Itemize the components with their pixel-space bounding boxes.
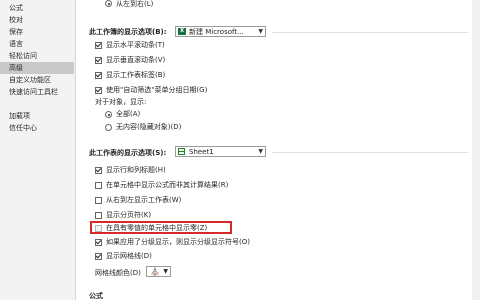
sheet-icon [178,148,185,155]
show-sheet-tabs-checkbox[interactable] [95,72,102,79]
scrollbar[interactable] [472,0,480,300]
show-formulas-checkbox[interactable] [95,182,102,189]
chevron-down-icon: ▼ [258,148,263,155]
gridline-color-label: 网格线颜色(D) [95,269,141,277]
nav-item-customize-ribbon[interactable]: 自定义功能区 [0,74,74,86]
show-zero-values-checkbox[interactable] [95,225,102,232]
show-horizontal-scrollbar-checkbox[interactable] [95,42,102,49]
show-sheet-tabs-label: 显示工作表标签(B) [106,71,166,79]
show-page-breaks-label: 显示分页符(K) [106,211,152,219]
show-gridlines-label: 显示网格线(D) [106,252,152,260]
show-gridlines-checkbox[interactable] [95,253,102,260]
nav-item-advanced[interactable]: 高级 [0,62,74,74]
objects-all-label: 全部(A) [116,110,141,118]
objects-display-label: 对于对象，显示: [95,98,147,106]
show-formulas-label: 在单元格中显示公式而非其计算结果(R) [106,181,229,189]
nav-item-accessibility[interactable]: 轻松访问 [0,50,74,62]
show-vertical-scrollbar-checkbox[interactable] [95,57,102,64]
show-row-column-headers-checkbox[interactable] [95,167,102,174]
nav-item-trust-center[interactable]: 信任中心 [0,122,74,134]
nav-item-save[interactable]: 保存 [0,26,74,38]
workbook-section-title: 此工作簿的显示选项(B): [89,28,167,36]
sheet-combo[interactable]: Sheet1 ▼ [175,146,266,157]
show-vertical-scrollbar-label: 显示垂直滚动条(V) [106,56,166,64]
ltr-radio[interactable] [105,0,112,7]
objects-all-radio[interactable] [105,111,112,118]
right-to-left-sheet-label: 从右到左显示工作表(W) [106,196,182,204]
group-dates-autofilter-checkbox[interactable] [95,87,102,94]
section-divider [272,32,468,33]
show-horizontal-scrollbar-label: 显示水平滚动条(T) [106,41,165,49]
paint-bucket-icon: ⛪ [150,267,160,276]
workbook-combo[interactable]: X 新建 Microsoft... ▼ [175,26,266,37]
show-row-column-headers-label: 显示行和列标题(H) [106,166,166,174]
excel-icon: X [178,28,186,35]
sheet-combo-value: Sheet1 [189,148,214,156]
workbook-combo-value: 新建 Microsoft... [189,28,244,36]
gridline-color-button[interactable]: ⛪ ▼ [146,266,171,277]
nav-item-quick-access-toolbar[interactable]: 快速访问工具栏 [0,86,74,98]
group-dates-autofilter-label: 使用"自动筛选"菜单分组日期(G) [106,86,208,94]
nav-item-formulas[interactable]: 公式 [0,2,74,14]
chevron-down-icon: ▼ [258,28,263,35]
show-outline-symbols-label: 如果应用了分级显示，则显示分级显示符号(O) [106,238,250,246]
show-zero-values-label: 在具有零值的单元格中显示零(Z) [106,224,208,232]
show-page-breaks-checkbox[interactable] [95,212,102,219]
section-divider [272,152,468,153]
ltr-radio-label: 从左到右(L) [116,0,154,8]
show-outline-symbols-checkbox[interactable] [95,239,102,246]
nav-item-proofing[interactable]: 校对 [0,14,74,26]
nav-item-add-ins[interactable]: 加载项 [0,110,74,122]
sheet-section-title: 此工作表的显示选项(S): [89,149,167,157]
nav-item-language[interactable]: 语言 [0,38,74,50]
chevron-down-icon: ▼ [163,268,168,275]
options-nav-pane: 公式 校对 保存 语言 轻松访问 高级 自定义功能区 快速访问工具栏 加载项 信… [0,0,76,300]
objects-none-radio[interactable] [105,124,112,131]
right-to-left-sheet-checkbox[interactable] [95,197,102,204]
options-content-pane: 从左到右(L) 此工作簿的显示选项(B): X 新建 Microsoft... … [76,0,480,300]
objects-none-label: 无内容(隐藏对象)(D) [116,123,182,131]
